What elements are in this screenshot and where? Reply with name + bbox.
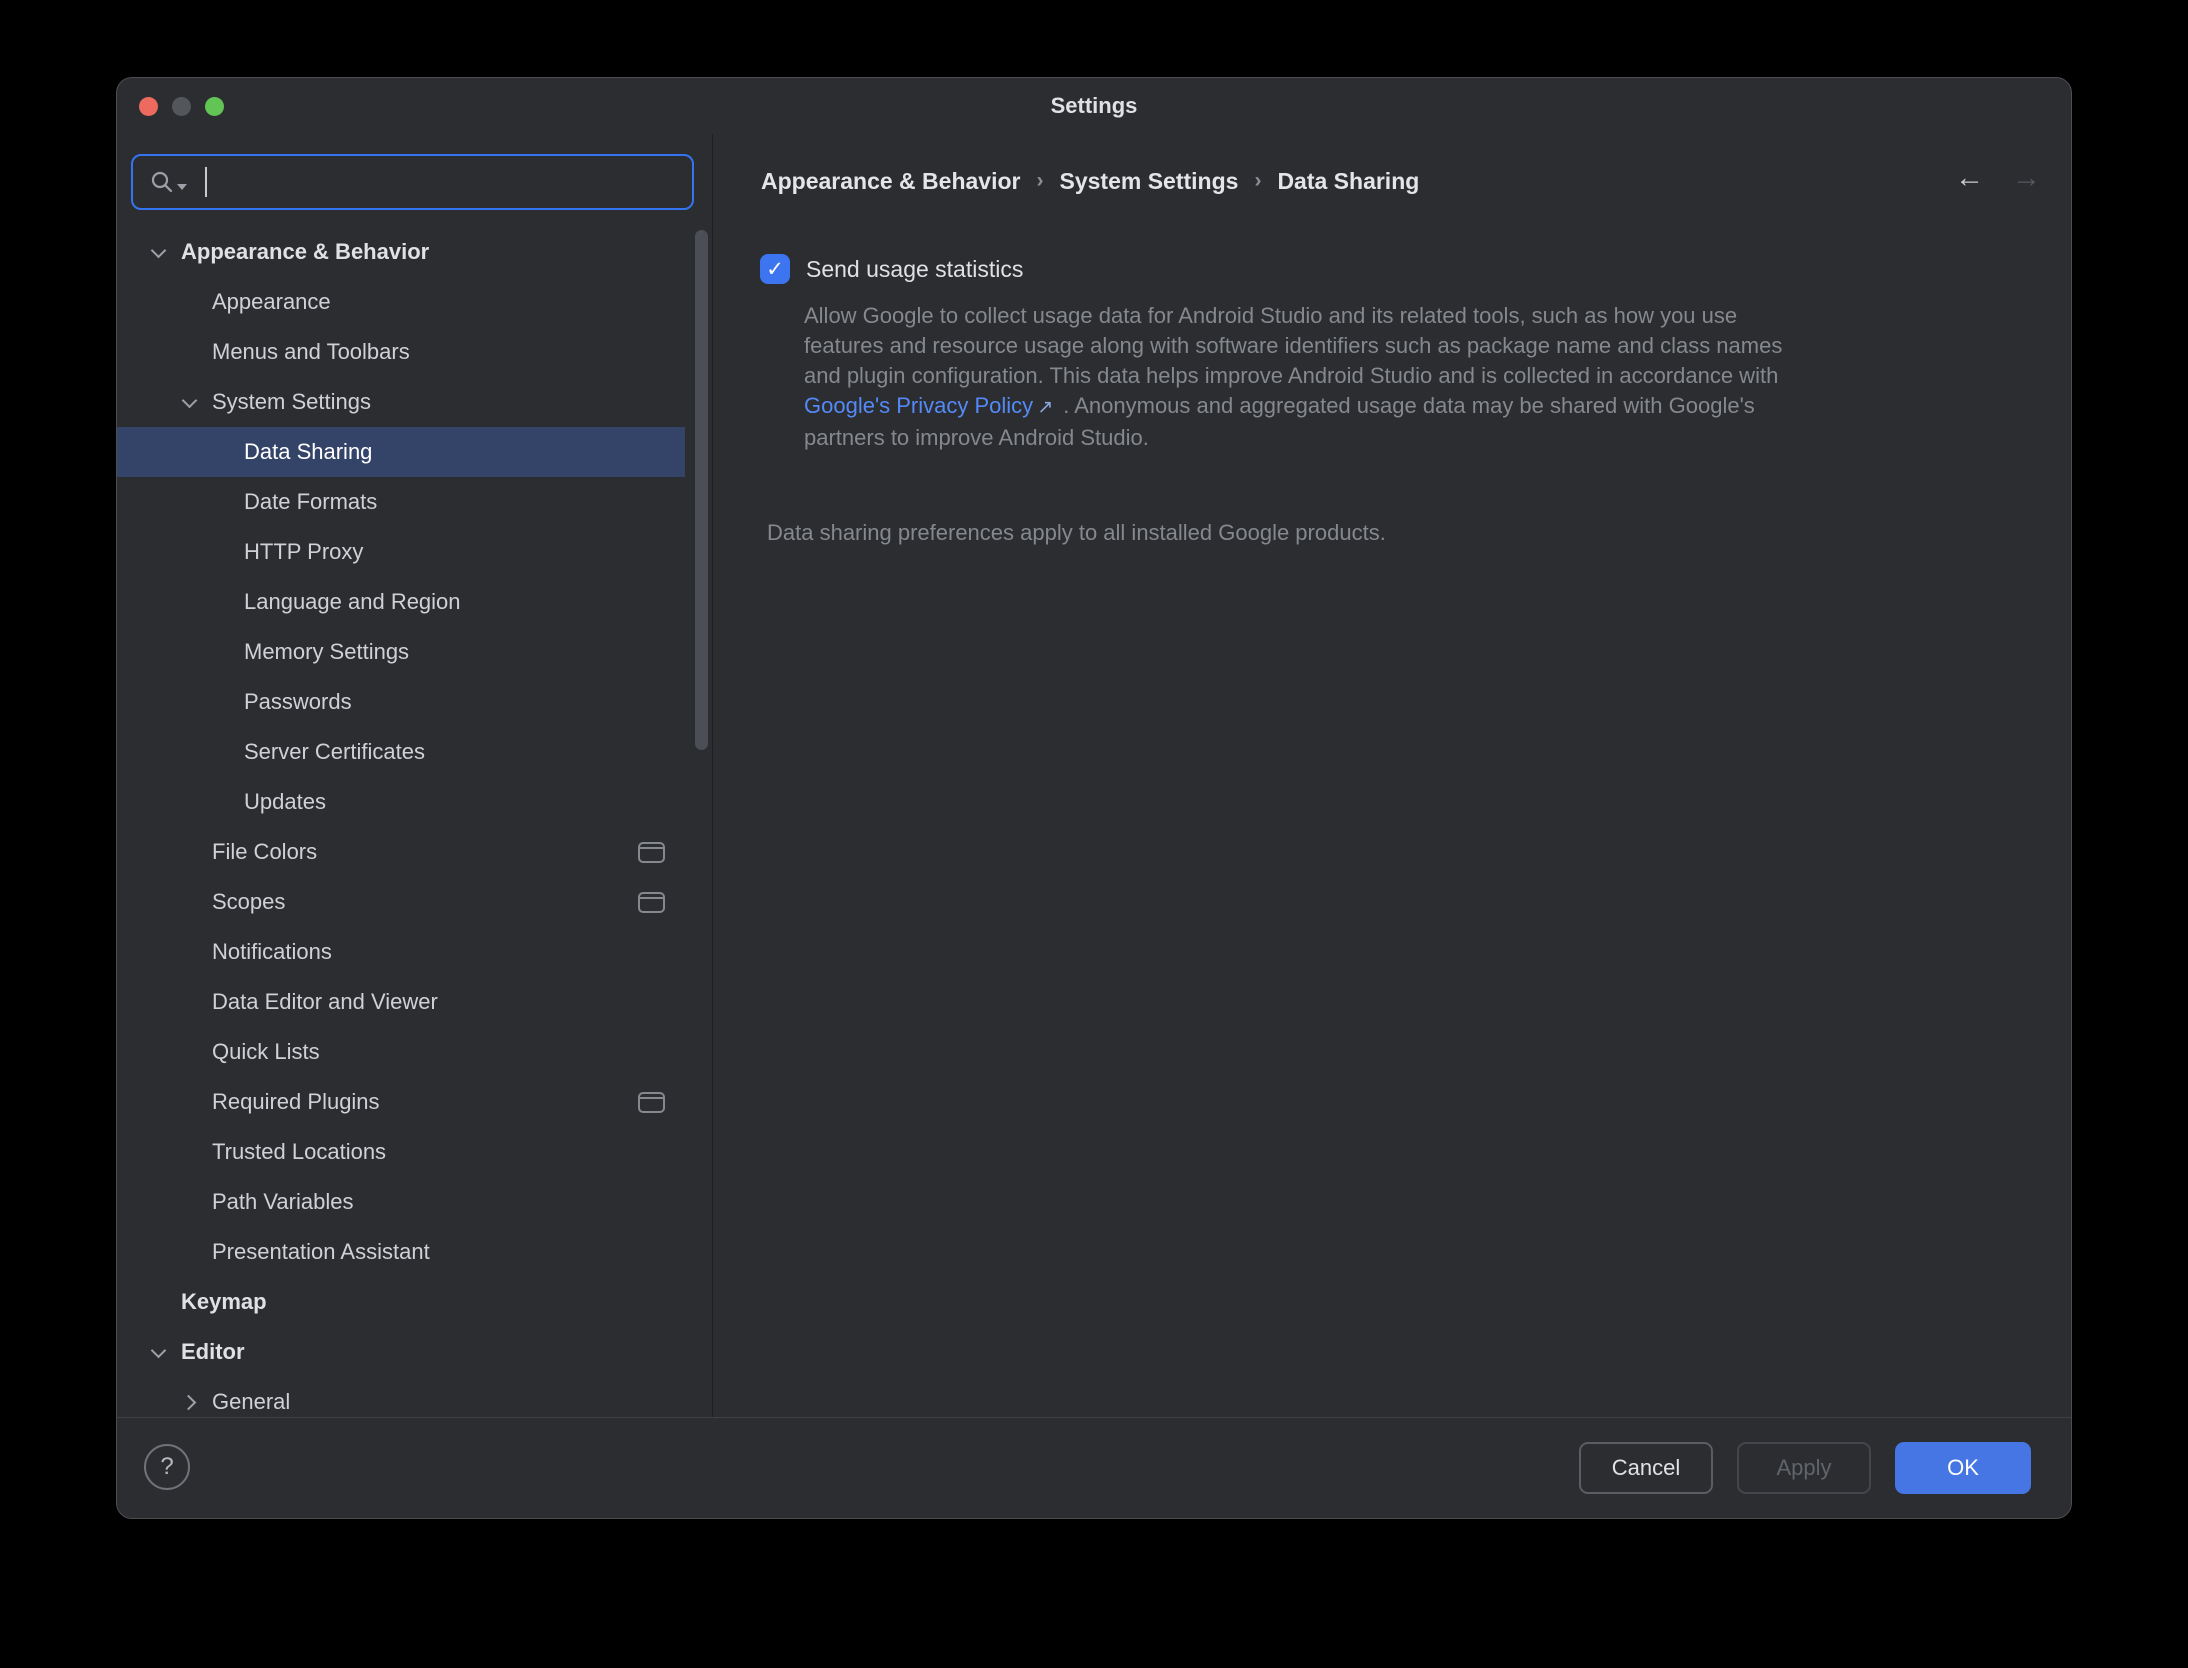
footer-bar: ? Cancel Apply OK: [117, 1417, 2071, 1518]
window-icon: [638, 842, 665, 863]
sidebar-item-general[interactable]: General: [117, 1377, 685, 1418]
sidebar-item-label: Required Plugins: [212, 1089, 380, 1115]
text-cursor: [205, 167, 207, 197]
data-sharing-note: Data sharing preferences apply to all in…: [767, 520, 1386, 546]
sidebar-item-label: Updates: [244, 789, 326, 815]
sidebar-item-system-settings[interactable]: System Settings: [117, 377, 685, 427]
settings-sidebar: Appearance & Behavior Appearance Menus a…: [117, 134, 713, 1418]
usage-statistics-description: Allow Google to collect usage data for A…: [804, 301, 1796, 453]
sidebar-item-trusted-locations[interactable]: Trusted Locations: [117, 1127, 685, 1177]
sidebar-item-updates[interactable]: Updates: [117, 777, 685, 827]
external-link-icon: ↗: [1037, 397, 1053, 418]
help-button[interactable]: ?: [144, 1444, 190, 1490]
sidebar-item-label: Quick Lists: [212, 1039, 320, 1065]
search-options-arrow-icon: [177, 184, 187, 190]
window-title: Settings: [1051, 93, 1138, 119]
sidebar-item-editor[interactable]: Editor: [117, 1327, 685, 1377]
privacy-policy-link[interactable]: Google's Privacy Policy: [804, 393, 1033, 418]
sidebar-item-language-and-region[interactable]: Language and Region: [117, 577, 685, 627]
back-arrow-icon[interactable]: ←: [1955, 162, 1984, 195]
sidebar-item-data-sharing[interactable]: Data Sharing: [117, 427, 685, 477]
sidebar-item-label: Trusted Locations: [212, 1139, 386, 1165]
chevron-down-icon[interactable]: [147, 1340, 171, 1364]
sidebar-item-label: HTTP Proxy: [244, 539, 363, 565]
settings-dialog: Settings Appearance & Behavior Appearan: [116, 77, 2072, 1519]
settings-content: Appearance & Behavior › System Settings › Da…: [713, 134, 2071, 1418]
apply-button[interactable]: Apply: [1737, 1442, 1871, 1494]
sidebar-item-quick-lists[interactable]: Quick Lists: [117, 1027, 685, 1077]
sidebar-item-appearance-behavior[interactable]: Appearance & Behavior: [117, 227, 685, 277]
history-nav: ← →: [1955, 162, 2041, 195]
window-icon: [638, 892, 665, 913]
sidebar-item-label: Keymap: [181, 1289, 267, 1315]
sidebar-item-label: Scopes: [212, 889, 285, 915]
sidebar-item-date-formats[interactable]: Date Formats: [117, 477, 685, 527]
sidebar-item-http-proxy[interactable]: HTTP Proxy: [117, 527, 685, 577]
breadcrumb-separator: ›: [1036, 169, 1043, 193]
forward-arrow-icon: →: [2012, 162, 2041, 195]
close-window-button[interactable]: [139, 97, 158, 116]
sidebar-item-label: General: [212, 1389, 290, 1415]
sidebar-item-label: File Colors: [212, 839, 317, 865]
search-icon[interactable]: [149, 169, 187, 195]
sidebar-item-path-variables[interactable]: Path Variables: [117, 1177, 685, 1227]
sidebar-item-server-certificates[interactable]: Server Certificates: [117, 727, 685, 777]
breadcrumb-item[interactable]: System Settings: [1059, 168, 1238, 195]
zoom-window-button[interactable]: [205, 97, 224, 116]
sidebar-item-passwords[interactable]: Passwords: [117, 677, 685, 727]
sidebar-scrollbar[interactable]: [695, 230, 708, 750]
sidebar-item-keymap[interactable]: Keymap: [117, 1277, 685, 1327]
sidebar-item-label: Language and Region: [244, 589, 461, 615]
sidebar-item-required-plugins[interactable]: Required Plugins: [117, 1077, 685, 1127]
sidebar-item-label: Appearance: [212, 289, 331, 315]
chevron-down-icon[interactable]: [147, 240, 171, 264]
sidebar-item-label: Data Sharing: [244, 439, 372, 465]
cancel-button[interactable]: Cancel: [1579, 1442, 1713, 1494]
sidebar-tree: Appearance & Behavior Appearance Menus a…: [117, 227, 712, 1418]
sidebar-item-label: Presentation Assistant: [212, 1239, 430, 1265]
breadcrumb-item[interactable]: Appearance & Behavior: [761, 168, 1020, 195]
sidebar-item-label: Memory Settings: [244, 639, 409, 665]
send-usage-statistics-label[interactable]: Send usage statistics: [806, 256, 1023, 283]
traffic-lights: [139, 78, 224, 134]
sidebar-item-presentation-assistant[interactable]: Presentation Assistant: [117, 1227, 685, 1277]
send-usage-statistics-checkbox[interactable]: ✓: [760, 254, 790, 284]
footer-buttons: Cancel Apply OK: [1579, 1442, 2031, 1494]
sidebar-item-label: Date Formats: [244, 489, 377, 515]
description-text-before: Allow Google to collect usage data for A…: [804, 303, 1782, 388]
sidebar-item-label: Data Editor and Viewer: [212, 989, 438, 1015]
ok-button[interactable]: OK: [1895, 1442, 2031, 1494]
sidebar-item-label: Passwords: [244, 689, 352, 715]
sidebar-item-label: System Settings: [212, 389, 371, 415]
sidebar-item-label: Server Certificates: [244, 739, 425, 765]
sidebar-item-scopes[interactable]: Scopes: [117, 877, 685, 927]
send-usage-statistics-row: ✓ Send usage statistics: [760, 254, 1023, 284]
sidebar-item-file-colors[interactable]: File Colors: [117, 827, 685, 877]
window-icon: [638, 1092, 665, 1113]
sidebar-item-menus-and-toolbars[interactable]: Menus and Toolbars: [117, 327, 685, 377]
sidebar-item-label: Menus and Toolbars: [212, 339, 410, 365]
sidebar-item-label: Notifications: [212, 939, 332, 965]
search-input[interactable]: [131, 154, 694, 210]
sidebar-item-data-editor-and-viewer[interactable]: Data Editor and Viewer: [117, 977, 685, 1027]
chevron-down-icon[interactable]: [178, 390, 202, 414]
titlebar: Settings: [117, 78, 2071, 134]
sidebar-item-memory-settings[interactable]: Memory Settings: [117, 627, 685, 677]
sidebar-item-label: Editor: [181, 1339, 245, 1365]
breadcrumb-item[interactable]: Data Sharing: [1277, 168, 1419, 195]
breadcrumb-separator: ›: [1254, 169, 1261, 193]
sidebar-item-label: Path Variables: [212, 1189, 353, 1215]
sidebar-item-notifications[interactable]: Notifications: [117, 927, 685, 977]
main-area: Appearance & Behavior Appearance Menus a…: [117, 134, 2071, 1418]
minimize-window-button: [172, 97, 191, 116]
chevron-right-icon[interactable]: [178, 1390, 202, 1414]
sidebar-item-label: Appearance & Behavior: [181, 239, 429, 265]
sidebar-item-appearance[interactable]: Appearance: [117, 277, 685, 327]
breadcrumb: Appearance & Behavior › System Settings › Da…: [761, 164, 1419, 198]
